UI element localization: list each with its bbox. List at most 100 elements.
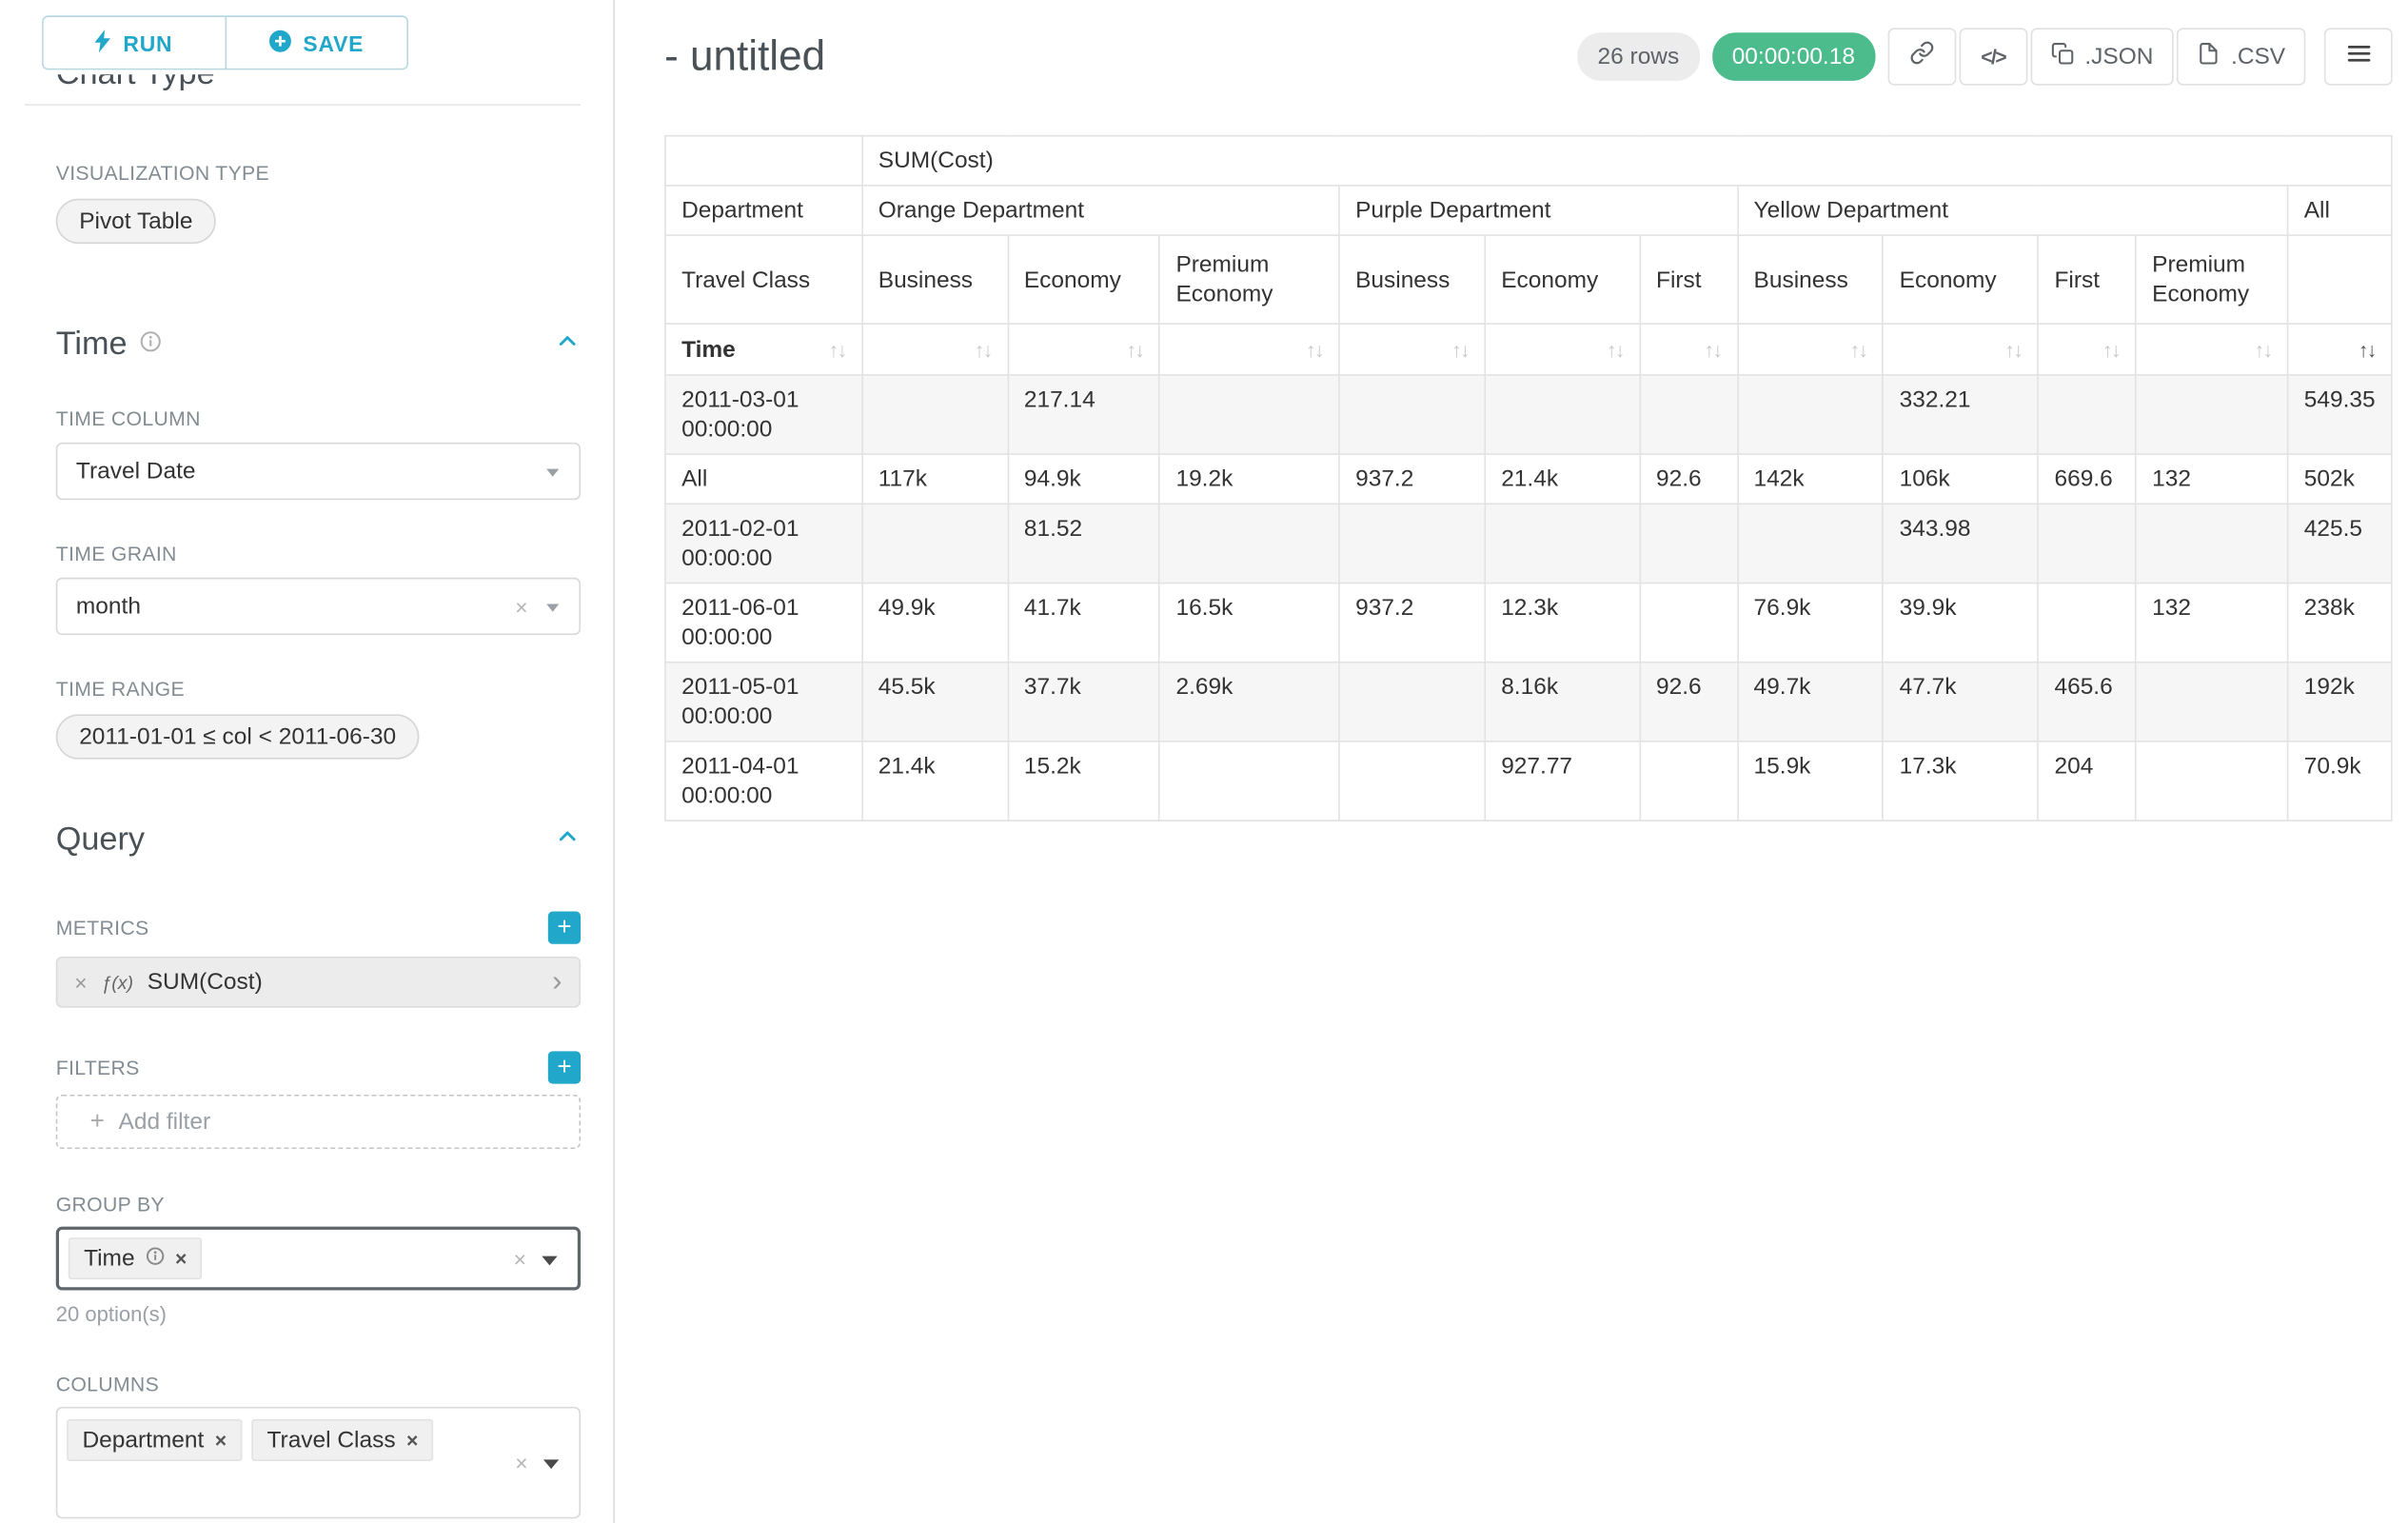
columns-pill[interactable]: Travel Class ×: [251, 1419, 433, 1461]
cell-value: [1339, 742, 1485, 821]
caret-right-icon[interactable]: ›: [552, 967, 562, 997]
time-range-label: TIME RANGE: [56, 677, 581, 700]
add-filter-dropzone[interactable]: + Add filter: [56, 1095, 581, 1149]
sort-header-cell[interactable]: ↑↓: [1339, 324, 1485, 375]
sort-header-cell[interactable]: ↑↓: [2038, 324, 2136, 375]
sort-header-cell[interactable]: ↑↓: [1159, 324, 1339, 375]
sort-header-cell[interactable]: Time↑↓: [665, 324, 862, 375]
remove-metric-icon[interactable]: ×: [74, 970, 87, 995]
sort-header-cell[interactable]: ↑↓: [1008, 324, 1160, 375]
travel-class-header-row: Travel Class Business Economy Premium Ec…: [665, 235, 2392, 324]
sort-icon: ↑↓: [1607, 335, 1624, 365]
save-button[interactable]: SAVE: [225, 15, 408, 69]
cell-value: [1485, 375, 1640, 454]
metric-option[interactable]: × ƒ(x) SUM(Cost) ›: [56, 957, 581, 1008]
cell-value: 21.4k: [1485, 454, 1640, 504]
time-column-select[interactable]: Travel Date: [56, 443, 581, 500]
remove-tag-icon[interactable]: ×: [215, 1425, 227, 1454]
group-by-pill-label: Time: [84, 1244, 134, 1274]
group-by-select[interactable]: Time × ×: [56, 1227, 581, 1291]
sort-header-cell[interactable]: ↑↓: [1485, 324, 1640, 375]
time-range-pill[interactable]: 2011-01-01 ≤ col < 2011-06-30: [56, 714, 420, 759]
save-label: SAVE: [303, 30, 364, 55]
department-header-row: Department Orange Department Purple Depa…: [665, 186, 2392, 235]
query-section-header: Query: [56, 821, 581, 859]
cell-value: [1159, 742, 1339, 821]
remove-tag-icon[interactable]: ×: [175, 1244, 187, 1274]
row-time-label: 2011-02-01 00:00:00: [665, 504, 862, 583]
cell-value: 106k: [1884, 454, 2039, 504]
visualization-type-pill[interactable]: Pivot Table: [56, 199, 216, 244]
cell-value: [862, 375, 1008, 454]
plus-icon: +: [90, 1108, 105, 1136]
collapse-chevron-icon[interactable]: [554, 327, 581, 362]
columns-pill[interactable]: Department ×: [67, 1419, 242, 1461]
remove-tag-icon[interactable]: ×: [406, 1425, 418, 1454]
section-divider: [25, 104, 581, 106]
csv-button-label: .CSV: [2231, 43, 2285, 69]
sort-header-cell[interactable]: ↑↓: [1884, 324, 2039, 375]
cell-value: 117k: [862, 454, 1008, 504]
cell-value: 16.5k: [1159, 583, 1339, 663]
time-grain-value: month: [76, 593, 141, 620]
add-filter-button[interactable]: +: [548, 1051, 581, 1083]
cell-value: 937.2: [1339, 454, 1485, 504]
table-row: 2011-05-01 00:00:0045.5k37.7k2.69k8.16k9…: [665, 663, 2392, 742]
query-section-title: Query: [56, 821, 145, 859]
pivot-table-container: SUM(Cost) Department Orange Department P…: [664, 135, 2393, 821]
sort-icon: ↑↓: [2004, 335, 2022, 365]
row-time-label: All: [665, 454, 862, 504]
corner-cell: [665, 136, 862, 186]
metric-header-cell: SUM(Cost): [862, 136, 2392, 186]
chart-type-heading: Chart Type: [56, 74, 581, 93]
more-options-button[interactable]: [2324, 28, 2393, 85]
sort-header-cell[interactable]: ↑↓: [1640, 324, 1738, 375]
columns-label: COLUMNS: [56, 1373, 581, 1395]
view-query-button[interactable]: </>: [1959, 28, 2027, 85]
department-header-cell: Purple Department: [1339, 186, 1737, 235]
travel-class-header-cell: Business: [862, 235, 1008, 324]
run-button[interactable]: RUN: [42, 15, 226, 69]
sort-header-cell[interactable]: ↑↓: [2288, 324, 2392, 375]
info-icon: [146, 1244, 165, 1274]
time-grain-select[interactable]: month ×: [56, 578, 581, 635]
short-link-button[interactable]: [1887, 28, 1956, 85]
run-save-group: RUN SAVE: [42, 15, 408, 69]
pivot-body: 2011-03-01 00:00:00217.14332.21549.35All…: [665, 375, 2392, 821]
sort-descending-icon: ↑↓: [2359, 335, 2376, 365]
sort-header-cell[interactable]: ↑↓: [862, 324, 1008, 375]
function-icon: ƒ(x): [101, 971, 133, 993]
cell-value: 92.6: [1640, 663, 1738, 742]
travel-class-header-cell: Economy: [1008, 235, 1160, 324]
table-row: All117k94.9k19.2k937.221.4k92.6142k106k6…: [665, 454, 2392, 504]
clear-icon[interactable]: ×: [515, 596, 527, 618]
clear-icon[interactable]: ×: [514, 1248, 526, 1270]
cell-value: [1159, 375, 1339, 454]
cell-value: 81.52: [1008, 504, 1160, 583]
cell-value: 19.2k: [1159, 454, 1339, 504]
metrics-header-row: METRICS +: [56, 912, 581, 944]
sort-header-cell[interactable]: ↑↓: [2136, 324, 2288, 375]
table-row: 2011-03-01 00:00:00217.14332.21549.35: [665, 375, 2392, 454]
chevron-down-icon: [543, 1459, 559, 1469]
travel-class-header-cell: Business: [1737, 235, 1883, 324]
export-csv-button[interactable]: .CSV: [2177, 28, 2305, 85]
filters-header-row: FILTERS +: [56, 1051, 581, 1083]
sort-header-cell[interactable]: ↑↓: [1737, 324, 1883, 375]
group-by-pill[interactable]: Time ×: [69, 1237, 203, 1279]
control-panel: RUN SAVE Chart Type VISUALIZATION TYPE P…: [0, 0, 615, 1523]
cell-value: 70.9k: [2288, 742, 2392, 821]
cell-value: [1485, 504, 1640, 583]
export-json-button[interactable]: .JSON: [2030, 28, 2173, 85]
clear-icon[interactable]: ×: [515, 1452, 527, 1474]
sort-icon: ↑↓: [1704, 335, 1721, 365]
travel-class-header-cell: Premium Economy: [1159, 235, 1339, 324]
row-time-label: 2011-04-01 00:00:00: [665, 742, 862, 821]
cell-value: 49.7k: [1737, 663, 1883, 742]
filters-label: FILTERS: [56, 1056, 140, 1078]
add-metric-button[interactable]: +: [548, 912, 581, 944]
chart-title: - untitled: [664, 31, 825, 80]
row-count-badge: 26 rows: [1577, 31, 1699, 80]
collapse-chevron-icon[interactable]: [554, 823, 581, 858]
columns-select[interactable]: Department × Travel Class × ×: [56, 1407, 581, 1518]
